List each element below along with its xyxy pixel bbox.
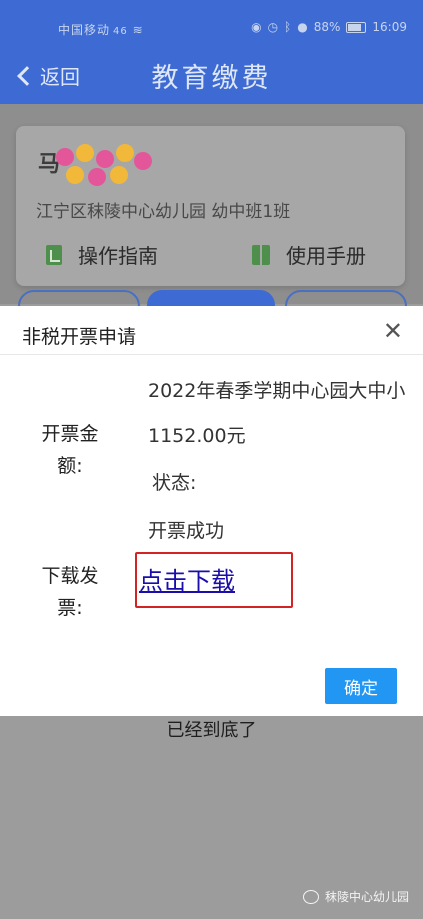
download-label: 下载发票: [41,565,99,619]
guide-label: 操作指南 [78,244,158,268]
manual-menu-item[interactable]: 使用手册 [252,240,366,269]
emoji-sticker-overlay [56,144,154,188]
status-bar: 中国移动 46 ≋ ◉ ◷ ᛒ ● 88% 16:09 [0,0,423,46]
dialog-title: 非税开票申请 [22,326,137,348]
bluetooth-icon: ᛒ [284,20,292,34]
eye-icon: ◉ [251,20,262,34]
wechat-icon [302,889,319,904]
download-link[interactable]: 点击下载 [139,561,235,596]
battery-icon [346,21,367,33]
invoice-dialog: 非税开票申请 ✕ 2022年春季学期中心园大中小 开票金额: 1152.00元 … [0,306,423,716]
item-name: 2022年春季学期中心园大中小 [148,380,406,402]
guide-icon [46,244,62,265]
list-end-text: 已经到底了 [166,720,257,741]
school-info: 江宁区秣陵中心幼儿园 幼中班1班 [36,202,291,222]
status-label: 状态: [152,472,197,494]
watermark-text: 秣陵中心幼儿园 [324,890,409,904]
status-left: 中国移动 46 ≋ [58,21,144,38]
alarm-icon: ◷ [267,20,279,34]
signal-label: 46 [113,26,128,37]
watermark: 秣陵中心幼儿园 [302,888,409,905]
confirm-button[interactable]: 确定 [325,668,397,704]
clock: 16:09 [372,20,407,34]
guide-menu-item[interactable]: 操作指南 [46,240,158,269]
battery-label: 88% [313,20,341,34]
page-title: 教育缴费 [151,63,272,94]
nav-bar: 返回 教育缴费 [0,46,423,104]
dialog-header: 非税开票申请 ✕ [0,306,423,355]
book-icon [252,244,270,265]
carrier-label: 中国移动 [58,23,111,37]
location-icon: ● [297,20,308,34]
wifi-icon: ≋ [132,23,144,37]
manual-label: 使用手册 [286,244,366,268]
status-right: ◉ ◷ ᛒ ● 88% 16:09 [251,20,407,34]
status-value: 开票成功 [148,520,225,542]
close-icon[interactable]: ✕ [383,316,403,346]
amount-value: 1152.00元 [148,425,246,447]
amount-label: 开票金额: [41,423,99,477]
